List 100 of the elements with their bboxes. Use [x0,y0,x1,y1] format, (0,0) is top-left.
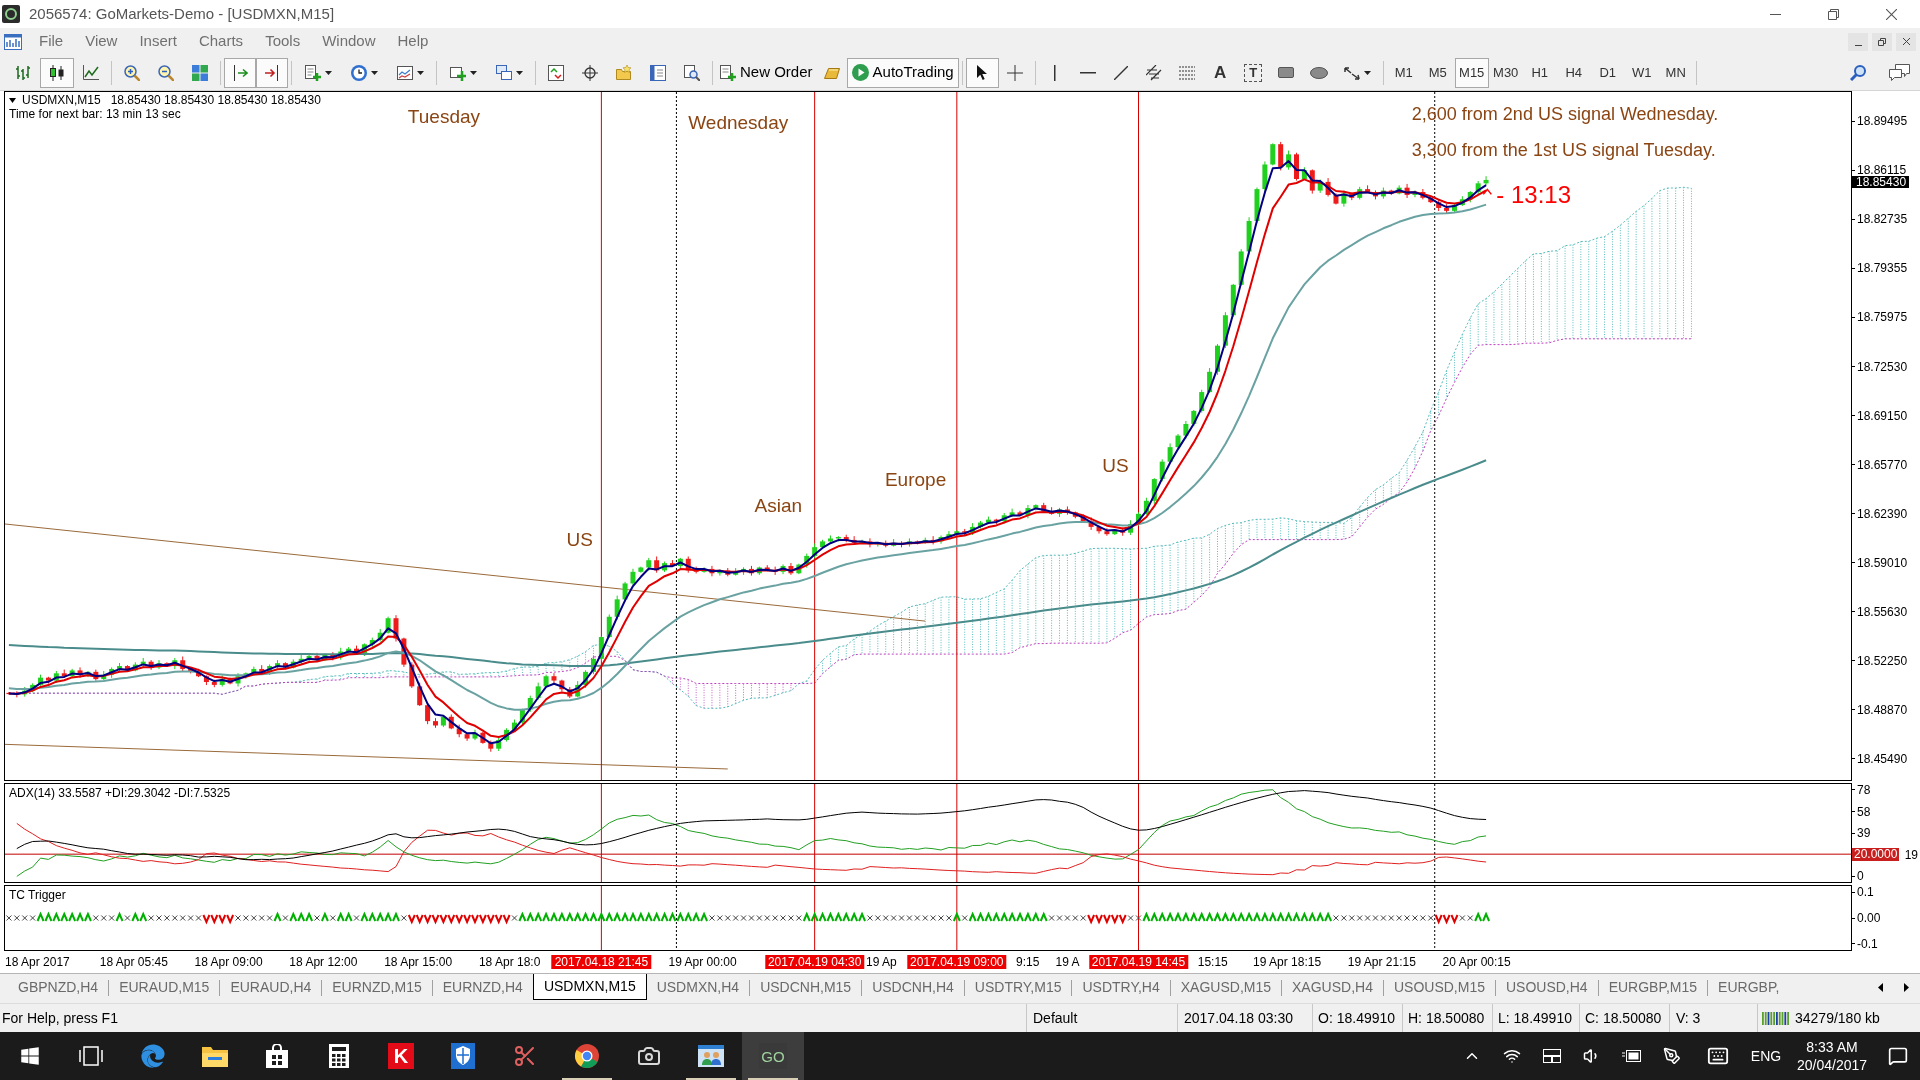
chart-tab[interactable]: EURAUD,H4 [220,974,322,1000]
auto-trading-button[interactable]: AutoTrading [846,57,959,88]
chart-tab[interactable]: USDCNH,H4 [862,974,964,1000]
chart-tab[interactable]: USDCNH,M15 [750,974,862,1000]
chart-tab[interactable]: EURNZD,H4 [432,974,533,1000]
taskbar-app-button[interactable]: K [370,1032,432,1080]
timeframe-button[interactable]: M15 [1454,57,1489,88]
minimize-icon [1769,13,1781,15]
volume-value: V: 3 [1676,1008,1701,1028]
price-scale-label: 18.59010 [1857,557,1908,569]
window-plus-icon [449,64,466,81]
people-window-icon [698,1045,724,1067]
chart-tab[interactable]: EURNZD,M15 [322,974,432,1000]
segmented-circle-icon [575,1044,599,1068]
price-scale-label: 18.45490 [1857,752,1908,765]
caret-icon [515,70,523,75]
menu-item[interactable]: Charts [187,28,255,55]
text-tool-button[interactable]: A [1203,57,1237,88]
profile-name: Default [1033,1008,1078,1028]
menu-item[interactable]: Insert [128,28,188,55]
scissors-icon [513,1044,537,1068]
price-scale-label: 18.62390 [1857,508,1908,520]
minimize-icon [1854,44,1862,46]
cursor-button[interactable] [965,57,999,88]
time-label: 18 Apr 2017 [5,955,70,969]
vertical-line [814,886,816,950]
chart-tab[interactable]: GBPNZD,H4 [8,974,109,1000]
timeframe-button[interactable]: M30 [1488,57,1523,88]
document-plus-icon [720,64,736,81]
menu-item[interactable]: Window [311,28,387,55]
time-label: 19 A [1055,955,1080,969]
ingot-icon [823,66,840,79]
display-icon [1543,1049,1561,1063]
language-button[interactable]: ENG [1744,1032,1788,1080]
label-tool-button[interactable]: T [1244,63,1263,82]
restore-icon [1878,37,1886,46]
countdown-text: - 13:13 [1496,180,1572,208]
time-label: 18 Apr 09:00 [194,955,263,969]
chart-type-button[interactable] [40,57,74,88]
caret-icon [416,70,424,75]
price-scale-label: 18.72530 [1857,361,1908,373]
timeframe-button[interactable]: M1 [1386,57,1421,88]
chart-tab[interactable]: EURGBP,M15 [1598,974,1708,1000]
chart-tab[interactable]: USDTRY,M15 [964,974,1072,1000]
time-label: 18 Apr 18:0 [478,955,541,969]
child-close-button[interactable] [1896,32,1916,51]
shopping-bag-icon [266,1044,288,1068]
timeframe-button[interactable]: W1 [1624,57,1659,88]
time-label: 20 Apr 00:15 [1442,955,1511,969]
chart-tab[interactable]: USDMXN,H4 [646,974,750,1000]
chart-tab[interactable]: USOUSD,M15 [1383,974,1495,1000]
price-scale-label: 18.55630 [1857,606,1908,618]
timeframe-button[interactable]: D1 [1590,57,1625,88]
window-title: 2056574: GoMarkets-Demo - [USDMXN,M15] [29,3,335,24]
chart-tab[interactable]: USOUSD,H4 [1495,974,1598,1000]
diagonal-line-icon [1114,65,1129,80]
time-marker-tag: 2017.04.18 21:45 [551,955,652,969]
time-label: 19 Apr 00:00 [668,955,737,969]
time-label: 18 Apr 05:45 [99,955,168,969]
clock-button[interactable]: 8:33 AM 20/04/2017 [1788,1032,1876,1080]
menu-item[interactable]: View [74,28,129,55]
price-scale-label: 18.48870 [1857,703,1908,716]
up-down-arrows-icon [548,64,564,81]
indicator-scale-label: 0 [1857,870,1864,883]
session-label: Wednesday [688,111,789,133]
ellipse-icon [1310,66,1329,79]
price-scale-label: 18.65770 [1857,459,1908,471]
collapse-triangle-icon [9,97,16,103]
chart-tab[interactable]: EURGBP, [1708,974,1790,1000]
timeframe-button[interactable]: H4 [1556,57,1591,88]
chart-shift-button[interactable] [256,57,288,88]
taskbar-app-button[interactable]: GO [742,1032,804,1080]
caret-icon [1364,70,1372,75]
menu-item[interactable]: Tools [254,28,312,55]
target-icon [582,64,598,81]
timeframe-button[interactable]: MN [1658,57,1693,88]
menu-item[interactable]: Help [386,28,440,55]
magnifier-document-icon [684,64,700,81]
timeframe-button[interactable]: M5 [1420,57,1455,88]
chart-window-icon [4,33,22,50]
indicator-scale-label: -0.1 [1857,937,1878,950]
child-restore-button[interactable] [1872,32,1892,51]
low-price: L: 18.49910 [1498,1008,1572,1028]
vertical-line [600,886,602,950]
chart-tab[interactable]: USDTRY,H4 [1072,974,1170,1000]
chart-tab[interactable]: XAGUSD,M15 [1170,974,1281,1000]
chart-tab[interactable]: XAGUSD,H4 [1282,974,1383,1000]
open-price: O: 18.49910 [1318,1008,1396,1028]
new-order-button[interactable]: New Order [716,57,817,88]
auto-scroll-button[interactable] [224,57,256,88]
timeframe-button[interactable]: H1 [1522,57,1557,88]
chart-tab[interactable]: USDMXN,M15 [532,974,647,1000]
zoom-out-icon [158,64,174,81]
line-chart-icon [83,65,99,80]
session-label: US [1102,455,1129,477]
search-icon [1850,64,1866,81]
close-icon [1885,8,1897,20]
chart-tab[interactable]: EURAUD,M15 [109,974,220,1000]
menu-item[interactable]: File [28,28,75,55]
traffic-text: 34279/180 kb [1795,1008,1880,1028]
